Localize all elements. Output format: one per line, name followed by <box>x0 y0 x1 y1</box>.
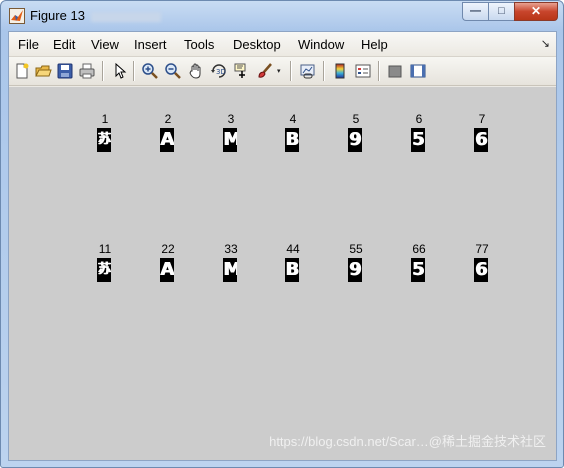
minimize-button[interactable]: — <box>462 2 488 21</box>
character-image: 9 <box>348 258 362 282</box>
subplot-title: 55 <box>349 242 363 256</box>
menubar-dock-arrow-icon[interactable]: ↘ <box>541 37 550 50</box>
character-image: A <box>160 128 174 152</box>
colorbar-icon[interactable] <box>331 62 349 80</box>
character-image: M <box>223 258 237 282</box>
toolbar-separator <box>323 61 324 81</box>
close-icon: ✕ <box>530 4 542 18</box>
subplot-title: 66 <box>412 242 426 256</box>
window-title-text: Figure 13 <box>30 8 85 23</box>
character-image: 5 <box>411 128 425 152</box>
subplot-title: 22 <box>161 242 175 256</box>
zoom-in-icon[interactable] <box>141 62 159 80</box>
svg-text:3D: 3D <box>216 68 226 76</box>
character-glyph: 苏 <box>97 262 111 277</box>
window-title: Figure 13 <box>30 8 161 23</box>
character-image: B <box>285 258 299 282</box>
figure-canvas[interactable]: 1 苏 2 A 3 M 4 B 5 9 6 5 <box>9 87 556 460</box>
subplot-title: 5 <box>352 112 360 126</box>
legend-icon[interactable] <box>354 62 372 80</box>
hide-plot-tools-icon[interactable] <box>386 62 404 80</box>
menu-bar: File Edit View Insert Tools Desktop Wind… <box>9 32 556 57</box>
subplot-title: 3 <box>227 112 235 126</box>
menu-insert[interactable]: Insert <box>134 37 167 52</box>
data-cursor-icon[interactable] <box>233 62 251 80</box>
subplot-title: 33 <box>224 242 238 256</box>
menu-view[interactable]: View <box>91 37 119 52</box>
menu-tools[interactable]: Tools <box>184 37 214 52</box>
show-plot-tools-icon[interactable] <box>409 62 427 80</box>
character-image: M <box>223 128 237 152</box>
subplot-title: 77 <box>475 242 489 256</box>
pointer-icon[interactable] <box>110 62 128 80</box>
maximize-button[interactable]: □ <box>488 2 514 21</box>
subplot-title: 7 <box>478 112 486 126</box>
character-glyph: M <box>223 258 237 282</box>
print-icon[interactable] <box>78 62 96 80</box>
character-image: A <box>160 258 174 282</box>
matlab-app-icon[interactable] <box>9 8 25 24</box>
zoom-out-icon[interactable] <box>164 62 182 80</box>
character-glyph: B <box>285 259 299 280</box>
character-glyph: 5 <box>411 259 425 280</box>
rotate-3d-icon[interactable]: 3D <box>210 62 228 80</box>
link-plot-icon[interactable] <box>299 62 317 80</box>
menu-edit[interactable]: Edit <box>53 37 75 52</box>
toolbar-separator <box>133 61 134 81</box>
character-glyph: A <box>160 129 174 150</box>
subplot-title: 6 <box>415 112 423 126</box>
menu-window[interactable]: Window <box>298 37 344 52</box>
character-glyph: A <box>160 259 174 280</box>
open-icon[interactable] <box>34 62 52 80</box>
character-image: 苏 <box>97 128 111 152</box>
toolbar-separator <box>102 61 103 81</box>
figure-toolbar: 3D ▾ <box>9 57 556 86</box>
character-image: 6 <box>474 128 488 152</box>
pan-hand-icon[interactable] <box>187 62 205 80</box>
character-glyph: B <box>285 129 299 150</box>
toolbar-separator <box>290 61 291 81</box>
character-image: 9 <box>348 128 362 152</box>
character-image: B <box>285 128 299 152</box>
brush-dropdown-arrow-icon[interactable]: ▾ <box>277 67 281 75</box>
menu-desktop[interactable]: Desktop <box>233 37 281 52</box>
menu-file[interactable]: File <box>18 37 39 52</box>
menu-help[interactable]: Help <box>361 37 388 52</box>
subplot-title: 1 <box>101 112 109 126</box>
character-glyph: 6 <box>474 129 488 150</box>
window-controls: — □ ✕ <box>462 2 558 22</box>
subplot-title: 44 <box>286 242 300 256</box>
character-glyph: 9 <box>348 259 362 280</box>
watermark: https://blog.csdn.net/Scar…@稀土掘金技术社区 <box>269 434 546 449</box>
figure-client-area: File Edit View Insert Tools Desktop Wind… <box>8 31 557 461</box>
minimize-icon: — <box>470 5 481 17</box>
character-image: 5 <box>411 258 425 282</box>
toolbar-separator <box>378 61 379 81</box>
close-button[interactable]: ✕ <box>514 2 558 21</box>
character-glyph: 9 <box>348 129 362 150</box>
character-glyph: M <box>223 128 237 152</box>
character-image: 苏 <box>97 258 111 282</box>
subplot-title: 11 <box>98 242 112 256</box>
character-glyph: 苏 <box>97 132 111 147</box>
brush-icon[interactable] <box>256 62 274 80</box>
subplot-title: 2 <box>164 112 172 126</box>
maximize-icon: □ <box>498 5 505 17</box>
title-bar[interactable]: Figure 13 — □ ✕ <box>1 1 563 31</box>
save-icon[interactable] <box>56 62 74 80</box>
figure-window: Figure 13 — □ ✕ File Edit View Insert To… <box>0 0 564 468</box>
character-glyph: 5 <box>411 129 425 150</box>
new-figure-icon[interactable] <box>13 62 31 80</box>
blurred-title-suffix <box>90 11 161 22</box>
character-glyph: 6 <box>474 259 488 280</box>
character-image: 6 <box>474 258 488 282</box>
subplot-title: 4 <box>289 112 297 126</box>
